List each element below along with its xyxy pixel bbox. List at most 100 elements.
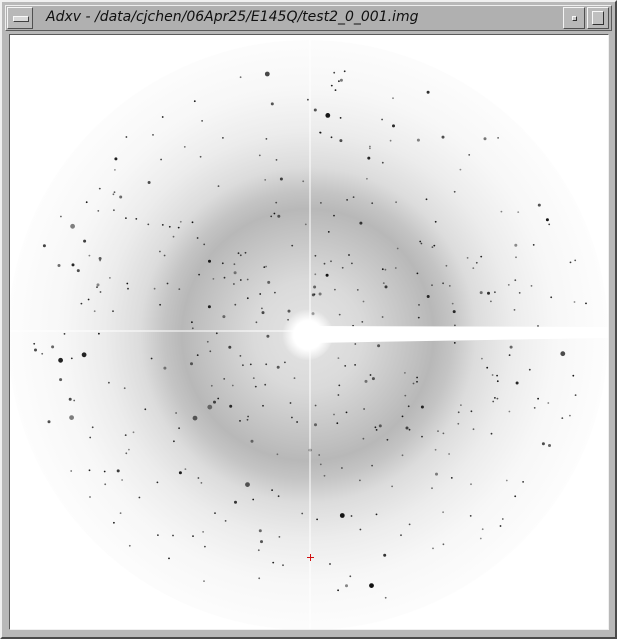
diffraction-spot xyxy=(479,537,482,540)
diffraction-spot xyxy=(250,439,254,443)
diffraction-spot xyxy=(254,385,257,388)
diffraction-spot xyxy=(265,363,268,366)
diffraction-spot xyxy=(338,80,340,83)
diffraction-spot xyxy=(384,285,388,289)
diffraction-spot xyxy=(239,279,242,281)
diffraction-spot xyxy=(112,310,114,313)
diffraction-spot xyxy=(201,120,204,122)
diffraction-spot xyxy=(258,154,261,157)
diffraction-spot xyxy=(208,259,211,263)
diffraction-spot xyxy=(277,495,280,498)
diffraction-spot xyxy=(383,553,387,557)
diffraction-spot xyxy=(264,71,270,77)
diffraction-spot xyxy=(132,431,135,434)
diffraction-spot xyxy=(257,549,260,552)
minimize-button[interactable] xyxy=(563,7,585,29)
diffraction-spot xyxy=(172,235,175,238)
diffraction-spot xyxy=(184,468,187,470)
diffraction-spot xyxy=(206,340,209,343)
diffraction-spot xyxy=(364,379,368,383)
diffraction-spot xyxy=(173,440,175,443)
diffraction-spot xyxy=(239,355,242,357)
diffraction-spot xyxy=(98,187,101,190)
diffraction-spot xyxy=(319,463,322,466)
diffraction-spot xyxy=(514,243,518,247)
diffraction-spot xyxy=(88,254,91,257)
diffraction-spot xyxy=(344,365,347,367)
diffraction-spot xyxy=(83,239,87,243)
diffraction-spot xyxy=(472,428,475,431)
diffraction-spot xyxy=(177,226,180,229)
diffraction-spot xyxy=(217,397,220,400)
diffraction-spot xyxy=(339,139,343,143)
diffraction-spot xyxy=(127,287,129,290)
diffraction-spot xyxy=(359,528,362,531)
diffraction-spot xyxy=(400,534,402,537)
diffraction-spot xyxy=(41,352,44,355)
diffraction-spot xyxy=(265,138,268,140)
diffraction-spot xyxy=(284,361,286,364)
diffraction-spot xyxy=(425,198,428,201)
diffraction-spot xyxy=(108,381,110,384)
diffraction-spot xyxy=(361,321,364,323)
diffraction-spot xyxy=(313,285,317,289)
diffraction-spot xyxy=(325,273,329,277)
diffraction-spot xyxy=(341,266,344,269)
diffraction-spot xyxy=(363,408,365,410)
diffraction-spot xyxy=(509,345,513,349)
maximize-button[interactable] xyxy=(587,7,609,29)
diffraction-spot xyxy=(507,284,510,286)
diffraction-spot xyxy=(369,145,371,148)
diffraction-spot xyxy=(229,404,233,408)
maximize-icon xyxy=(592,11,604,25)
diffraction-image[interactable] xyxy=(10,35,608,629)
diffraction-spot xyxy=(431,246,434,249)
diffraction-spot xyxy=(486,366,489,369)
diffraction-spot xyxy=(113,521,115,524)
diffraction-spot xyxy=(573,301,576,303)
diffraction-spot xyxy=(196,354,199,356)
window-menu-icon xyxy=(13,16,29,22)
diffraction-spot xyxy=(329,563,331,565)
diffraction-spot xyxy=(341,467,343,469)
diffraction-spot xyxy=(104,483,107,486)
diffraction-spot xyxy=(514,279,517,282)
diffraction-spot xyxy=(457,422,460,425)
diffraction-spot xyxy=(302,180,305,183)
diffraction-spot xyxy=(561,417,564,419)
diffraction-spot xyxy=(333,214,335,217)
diffraction-spot xyxy=(264,383,267,386)
diffraction-spot xyxy=(391,485,393,488)
diffraction-spot xyxy=(147,223,150,226)
diffraction-spot xyxy=(203,243,206,246)
diffraction-spot xyxy=(337,394,340,396)
diffraction-spot xyxy=(144,408,147,411)
diffraction-spot xyxy=(71,263,75,267)
diffraction-spot xyxy=(128,544,131,547)
diffraction-spot xyxy=(245,482,250,487)
diffraction-spot xyxy=(517,211,520,214)
diffraction-spot xyxy=(454,324,456,327)
diffraction-spot xyxy=(408,523,411,526)
window-menu-button[interactable] xyxy=(7,7,33,29)
diffraction-spot xyxy=(401,415,404,418)
diffraction-spot xyxy=(374,426,377,429)
diffraction-spot xyxy=(200,482,203,484)
diffraction-spot xyxy=(264,179,267,181)
diffraction-spot xyxy=(34,348,37,352)
diffraction-spot xyxy=(124,434,127,436)
diffraction-spot xyxy=(247,415,250,418)
diffraction-spot xyxy=(314,404,317,407)
diffraction-spot xyxy=(217,185,220,188)
diffraction-spot xyxy=(537,325,539,327)
diffraction-spot xyxy=(98,332,100,335)
diffraction-spot xyxy=(401,454,404,457)
diffraction-spot xyxy=(426,295,430,298)
title-bar[interactable]: Adxv - /data/cjchen/06Apr25/E145Q/test2_… xyxy=(5,5,612,31)
diffraction-spot xyxy=(291,416,293,419)
image-display-area[interactable] xyxy=(9,34,609,630)
diffraction-spot xyxy=(88,469,91,472)
diffraction-spot xyxy=(323,262,326,265)
diffraction-spot xyxy=(416,138,420,142)
diffraction-spot xyxy=(426,90,430,94)
